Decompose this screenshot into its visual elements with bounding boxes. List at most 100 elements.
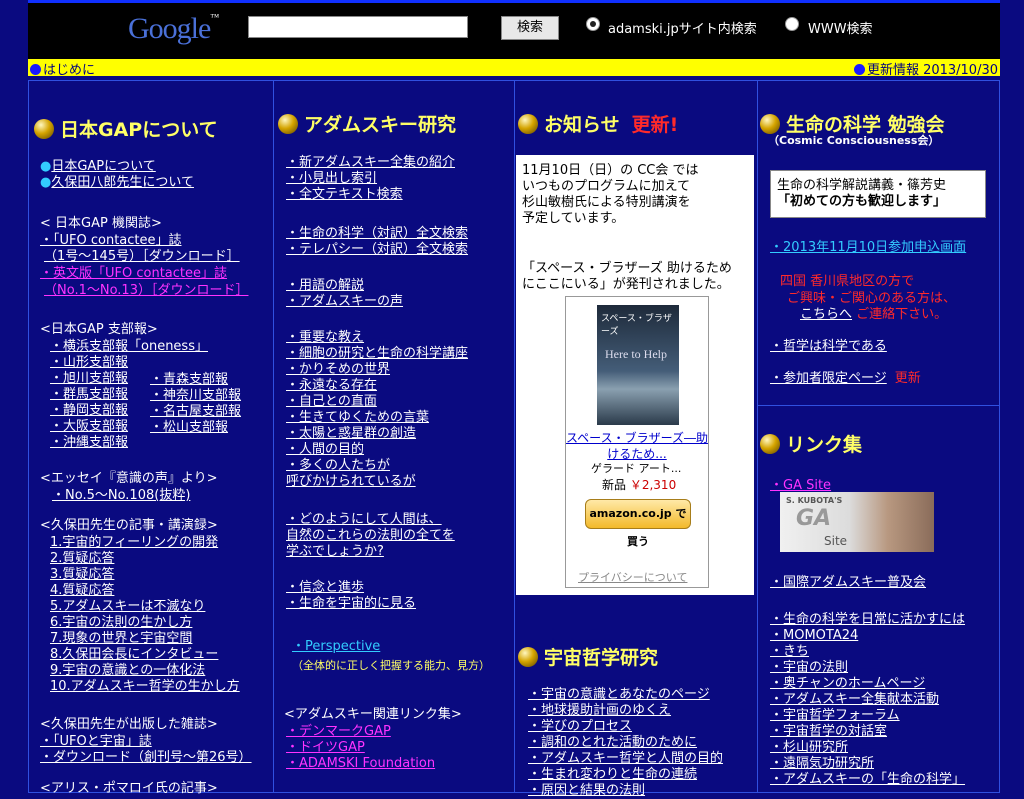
link-intl-adamski[interactable]: ・国際アダムスキー普及会 <box>770 575 926 591</box>
link-mag-download[interactable]: ・ダウンロード（創刊号～第26号） <box>40 750 252 766</box>
adamski-g5-item[interactable]: 学ぶでしょうか? <box>286 544 455 560</box>
adamski-g1-item[interactable]: ・全文テキスト検索 <box>286 187 455 203</box>
heading-philosophy-text: 宇宙哲学研究 <box>544 647 659 669</box>
adamski-g6-item[interactable]: ・生命を宇宙的に見る <box>286 596 416 612</box>
external-link-item[interactable]: ・きち <box>770 644 965 660</box>
ga-banner-text3: Site <box>824 534 848 548</box>
philosophy-link-item[interactable]: ・アダムスキー哲学と人間の目的 <box>528 751 723 767</box>
link-essay[interactable]: ・No.5～No.108(抜粋) <box>52 488 190 504</box>
members-row: ・参加者限定ページ 更新 <box>770 371 921 387</box>
adamski-g4-item[interactable]: ・自己との直面 <box>286 394 468 410</box>
philosophy-link-item[interactable]: ・生まれ変わりと生命の連続 <box>528 767 723 783</box>
external-link-item[interactable]: ・生命の科学を日常に活かすには <box>770 612 965 628</box>
article-item[interactable]: 1.宇宙的フィーリングの開発 <box>50 535 240 551</box>
philosophy-link-item[interactable]: ・地球援助計画のゆくえ <box>528 703 723 719</box>
adamski-g2-item[interactable]: ・テレパシー（対訳）全文検索 <box>286 242 468 258</box>
adamski-g6-item[interactable]: ・信念と進歩 <box>286 580 416 596</box>
adamski-g4-item[interactable]: ・太陽と惑星群の創造 <box>286 426 468 442</box>
external-link-item[interactable]: ・MOMOTA24 <box>770 628 965 644</box>
gold-ball-icon <box>518 647 538 667</box>
external-link-item[interactable]: ・宇宙哲学の対話室 <box>770 724 965 740</box>
lecture-line1: 生命の科学解説講義・篠芳史 <box>777 178 947 193</box>
radio-www-search[interactable] <box>785 17 799 31</box>
adamski-g1-item[interactable]: ・小見出し索引 <box>286 171 455 187</box>
adamski-link-item[interactable]: ・デンマークGAP <box>286 724 435 740</box>
link-ufo-space-mag[interactable]: ・「UFOと宇宙」誌 <box>40 734 152 750</box>
adamski-g2-item[interactable]: ・生命の科学（対訳）全文検索 <box>286 226 468 242</box>
link-ufo-contactee[interactable]: ・「UFO contactee」誌 <box>40 233 182 249</box>
privacy-link[interactable]: プライバシーについて <box>578 570 687 586</box>
search-button[interactable]: 検索 <box>501 16 559 40</box>
adamski-link-item[interactable]: ・ADAMSKI Foundation <box>286 756 435 772</box>
article-item[interactable]: 10.アダムスキー哲学の生かし方 <box>50 679 240 695</box>
bullet-icon <box>30 64 41 75</box>
adamski-g4-item[interactable]: ・多くの人たちが <box>286 458 468 474</box>
article-item[interactable]: 8.久保田会長にインタビュー <box>50 647 240 663</box>
adamski-g4-item[interactable]: ・重要な教え <box>286 330 468 346</box>
link-members-page[interactable]: ・参加者限定ページ <box>770 371 887 386</box>
articles-heading: <久保田先生の記事・講演録> <box>40 518 218 533</box>
notice-line: 予定しています。 <box>522 211 625 226</box>
adamski-g5-item[interactable]: ・どのようにして人間は、 <box>286 512 455 528</box>
branch-left-item[interactable]: ・沖縄支部報 <box>50 435 208 451</box>
intro-link[interactable]: はじめに <box>30 59 95 78</box>
external-link-item[interactable]: ・遠隔気功研究所 <box>770 756 965 772</box>
ga-site-banner[interactable]: S. KUBOTA'S GA Site <box>780 492 934 552</box>
notice-line: にここにいる」が発刊されました。 <box>522 277 730 292</box>
article-item[interactable]: 2.質疑応答 <box>50 551 240 567</box>
book-title-link[interactable]: スペース・ブラザーズ―助 けるため... <box>566 430 708 462</box>
link-english-contactee-download[interactable]: （No.1～No.13）［ダウンロード］ <box>44 283 248 299</box>
branch-right-item[interactable]: ・松山支部報 <box>150 420 241 436</box>
external-link-item[interactable]: ・宇宙哲学フォーラム <box>770 708 965 724</box>
philosophy-link-item[interactable]: ・宇宙の意識とあなたのページ <box>528 687 723 703</box>
external-link-item[interactable]: ・奥チャンのホームページ <box>770 676 965 692</box>
philosophy-link-item[interactable]: ・学びのプロセス <box>528 719 723 735</box>
link-contact-here[interactable]: こちらへ <box>800 307 852 322</box>
adamski-g3-item[interactable]: ・用語の解説 <box>286 278 403 294</box>
adamski-g4-item[interactable]: ・かりそめの世界 <box>286 362 468 378</box>
article-item[interactable]: 4.質疑応答 <box>50 583 240 599</box>
adamski-g1-item[interactable]: ・新アダムスキー全集の紹介 <box>286 155 455 171</box>
philosophy-link-item[interactable]: ・原因と結果の法則 <box>528 783 723 799</box>
branch-right-item[interactable]: ・青森支部報 <box>150 372 241 388</box>
article-item[interactable]: 5.アダムスキーは不滅なり <box>50 599 240 615</box>
link-kubota-about[interactable]: ●久保田八郎先生について <box>40 175 194 191</box>
branch-right-item[interactable]: ・名古屋支部報 <box>150 404 241 420</box>
adamski-g4-item[interactable]: ・永遠なる存在 <box>286 378 468 394</box>
link-english-contactee[interactable]: ・英文版「UFO contactee」誌 <box>40 266 227 282</box>
link-ufo-contactee-download[interactable]: （1号～145号）［ダウンロード］ <box>44 249 240 265</box>
external-link-item[interactable]: ・宇宙の法則 <box>770 660 965 676</box>
article-item[interactable]: 9.宇宙の意識との一体化法 <box>50 663 240 679</box>
link-gap-about-label: 日本GAPについて <box>51 159 156 174</box>
external-link-item[interactable]: ・杉山研究所 <box>770 740 965 756</box>
article-item[interactable]: 7.現象の世界と宇宙空間 <box>50 631 240 647</box>
adamski-g3-item[interactable]: ・アダムスキーの声 <box>286 294 403 310</box>
article-item[interactable]: 6.宇宙の法則の生かし方 <box>50 615 240 631</box>
radio-site-label: adamski.jpサイト内検索 <box>608 22 757 37</box>
adamski-g4-item[interactable]: 呼びかけられているが <box>286 474 468 490</box>
philosophy-link-item[interactable]: ・調和のとれた活動のために <box>528 735 723 751</box>
book-cover-image[interactable]: スペース・ブラザーズ Here to Help <box>597 305 679 425</box>
external-link-item[interactable]: ・アダムスキーの「生命の科学」 <box>770 772 965 788</box>
branch-list-right: ・青森支部報 ・神奈川支部報 ・名古屋支部報 ・松山支部報 <box>150 372 241 436</box>
branch-left-item[interactable]: ・横浜支部報「oneness」 <box>50 339 208 355</box>
ga-banner-text1: S. KUBOTA'S <box>786 496 843 505</box>
external-link-item[interactable]: ・アダムスキー全集献本活動 <box>770 692 965 708</box>
link-gap-about[interactable]: ●日本GAPについて <box>40 159 156 175</box>
adamski-g5-item[interactable]: 自然のこれらの法則の全てを <box>286 528 455 544</box>
adamski-g4-item[interactable]: ・細胞の研究と生命の科学講座 <box>286 346 468 362</box>
search-input[interactable] <box>248 16 468 38</box>
amazon-buy-button[interactable]: amazon.co.jp で買う <box>585 499 691 548</box>
link-perspective[interactable]: ・Perspective <box>292 639 380 655</box>
link-signup[interactable]: ・2013年11月10日参加申込画面 <box>770 240 966 256</box>
heading-gap-text: 日本GAPについて <box>60 119 218 141</box>
article-item[interactable]: 3.質疑応答 <box>50 567 240 583</box>
radio-site-search[interactable] <box>586 17 600 31</box>
link-philosophy-science[interactable]: ・哲学は科学である <box>770 339 887 355</box>
adamski-g4-item[interactable]: ・人間の目的 <box>286 442 468 458</box>
updates-link[interactable]: 更新情報 2013/10/30 <box>853 59 998 78</box>
adamski-g4-item[interactable]: ・生きてゆくための言葉 <box>286 410 468 426</box>
branch-left-item[interactable]: ・山形支部報 <box>50 355 208 371</box>
adamski-link-item[interactable]: ・ドイツGAP <box>286 740 435 756</box>
branch-right-item[interactable]: ・神奈川支部報 <box>150 388 241 404</box>
